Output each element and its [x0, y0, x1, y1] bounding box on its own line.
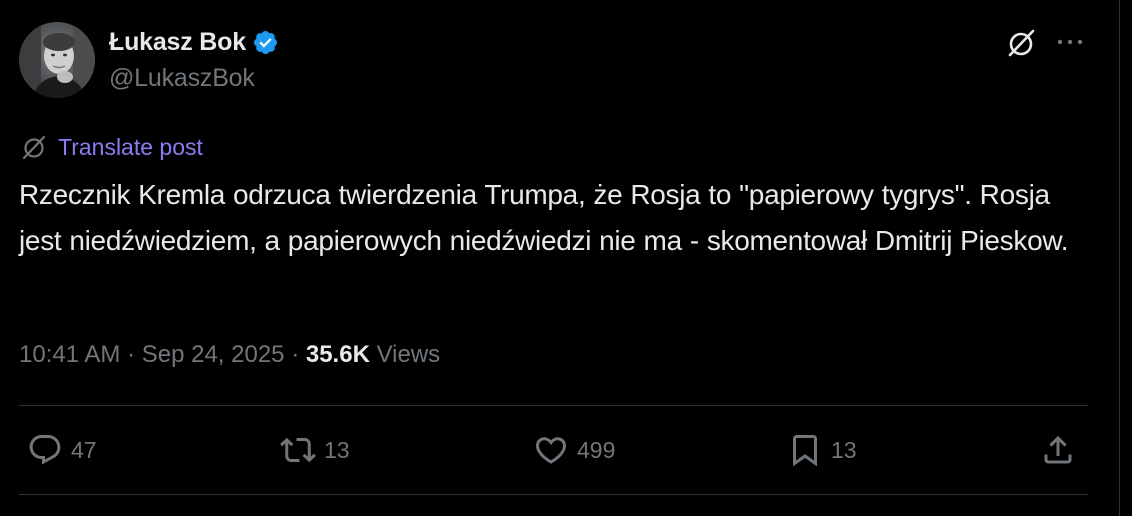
repost-icon	[280, 437, 316, 463]
repost-count: 13	[324, 436, 350, 463]
like-count: 499	[577, 436, 616, 463]
reply-count: 47	[71, 436, 97, 463]
share-button[interactable]	[1040, 428, 1076, 472]
views-label[interactable]: Views	[370, 341, 441, 369]
divider	[19, 494, 1088, 495]
avatar[interactable]	[19, 22, 95, 98]
author-handle[interactable]: @LukaszBok	[109, 64, 255, 93]
translate-post-link[interactable]: Translate post	[20, 131, 203, 163]
translate-post-label[interactable]: Translate post	[58, 134, 203, 161]
post-time[interactable]: 10:41 AM	[19, 341, 120, 369]
repost-button[interactable]: 13	[280, 428, 350, 472]
meta-separator: ·	[120, 341, 142, 368]
avatar-image	[19, 22, 95, 98]
like-button[interactable]: 499	[533, 428, 615, 472]
share-icon	[1044, 435, 1072, 464]
like-icon	[535, 437, 567, 464]
author-name-row[interactable]: Łukasz Bok	[109, 26, 279, 58]
bookmark-icon	[793, 435, 817, 467]
meta-separator: ·	[284, 341, 306, 368]
views-count[interactable]: 35.6K	[306, 341, 370, 369]
post-metadata: 10:41 AM · Sep 24, 2025 · 35.6K Views	[19, 338, 440, 372]
reply-icon	[29, 435, 61, 465]
divider	[19, 405, 1088, 406]
author-display-name[interactable]: Łukasz Bok	[109, 28, 246, 57]
more-icon[interactable]	[1055, 34, 1085, 50]
verified-badge-icon[interactable]	[252, 29, 279, 56]
post-date[interactable]: Sep 24, 2025	[142, 341, 285, 369]
post-text: Rzecznik Kremla odrzuca twierdzenia Trum…	[19, 179, 1069, 256]
column-border	[1119, 0, 1120, 516]
bookmark-button[interactable]: 13	[787, 428, 857, 472]
grok-icon[interactable]	[1004, 26, 1038, 60]
bookmark-count: 13	[831, 436, 857, 463]
reply-button[interactable]: 47	[27, 428, 97, 472]
grok-icon	[22, 135, 46, 160]
